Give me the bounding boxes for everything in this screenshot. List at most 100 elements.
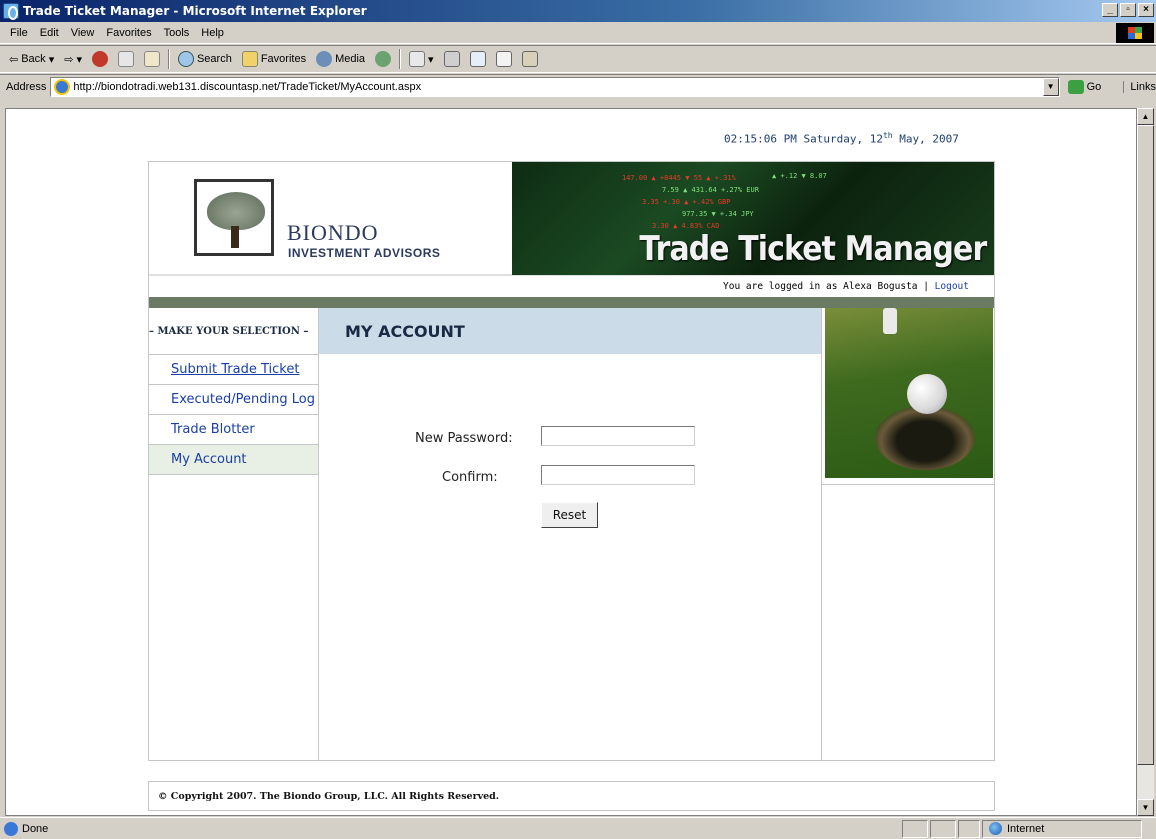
address-label: Address [6,80,47,93]
security-zone: Internet [982,819,1142,838]
tree-canopy-icon [207,192,265,230]
brand-header: BIONDO INVESTMENT ADVISORS [149,162,512,275]
golf-ball-image [825,308,993,478]
ticker-decor: 7.59 ▲ 431.64 +.27% EUR [662,186,759,194]
back-dropdown-icon[interactable]: ▾ [49,53,55,66]
status-bar: Done Internet [0,817,1156,839]
messenger-button[interactable] [517,48,543,70]
login-status-bar: You are logged in as Alexa Bogusta | Log… [149,275,994,297]
menu-bar: File Edit View Favorites Tools Help [0,22,1156,44]
golf-hole-decor [875,406,975,470]
history-button[interactable] [370,48,396,70]
media-button[interactable]: Media [311,48,370,70]
nav-heading: – MAKE YOUR SELECTION – [149,308,318,354]
golfer-legs-decor [883,308,897,334]
main-content: MY ACCOUNT New Password: Confirm: Reset [319,308,821,760]
links-toolbar[interactable]: Links [1123,80,1156,93]
print-button[interactable] [439,48,465,70]
favorites-button[interactable]: Favorites [237,48,311,70]
scroll-down-icon[interactable]: ▼ [1137,799,1154,816]
page-status-icon [4,821,18,836]
nav-my-account[interactable]: My Account [149,444,318,474]
address-dropdown-icon[interactable]: ▼ [1042,77,1059,96]
close-button[interactable]: × [1138,3,1154,17]
status-panel [930,819,956,838]
page-icon [54,78,71,95]
right-sidebar [821,308,995,760]
refresh-button[interactable] [113,48,139,70]
back-button[interactable]: ⇦ Back ▾ [4,48,59,70]
menu-help[interactable]: Help [195,25,230,41]
search-icon [177,51,194,67]
standard-toolbar: ⇦ Back ▾ ⇨ ▾ Search Favorites Media ▾ [0,45,1156,73]
discuss-icon [495,51,512,67]
menu-edit[interactable]: Edit [34,25,65,41]
vertical-scrollbar[interactable]: ▲ ▼ [1137,108,1154,816]
page-frame: BIONDO INVESTMENT ADVISORS 147.00 ▲ +844… [148,161,995,761]
media-label: Media [335,53,366,65]
home-button[interactable] [139,48,165,70]
print-icon [443,51,460,67]
golf-ball-decor [907,374,947,414]
status-panel [902,819,928,838]
search-label: Search [196,53,232,65]
menu-file[interactable]: File [4,25,34,41]
scroll-up-icon[interactable]: ▲ [1137,108,1154,125]
ticker-decor: 147.00 ▲ +8445 ▼ 55 ▲ +.31% [622,174,736,182]
back-arrow-icon: ⇦ [9,53,19,66]
new-password-label: New Password: [415,431,513,446]
favorites-label: Favorites [260,53,307,65]
menu-favorites[interactable]: Favorites [100,25,157,41]
mail-dropdown-icon[interactable]: ▾ [428,53,434,66]
window-titlebar: Trade Ticket Manager - Microsoft Interne… [0,0,1156,22]
nav-submit-trade-ticket[interactable]: Submit Trade Ticket [149,354,318,384]
reset-button[interactable]: Reset [541,502,598,528]
forward-arrow-icon: ⇨ [64,53,74,66]
logged-in-text: You are logged in as Alexa Bogusta | Log… [723,281,969,292]
ticker-decor: ▲ +.12 ▼ 8.07 [772,172,827,180]
menu-view[interactable]: View [65,25,101,41]
address-url[interactable]: http://biondotradi.web131.discountasp.ne… [73,81,421,93]
section-title: MY ACCOUNT [319,308,821,354]
ticker-decor: 977.35 ▼ +.34 JPY [682,210,754,218]
forward-button[interactable]: ⇨ ▾ [59,48,87,70]
new-password-field[interactable] [541,426,695,446]
status-text: Done [22,822,49,835]
back-label: Back [21,53,46,65]
nav-trade-blotter[interactable]: Trade Blotter [149,414,318,444]
go-button[interactable]: Go [1067,79,1102,94]
ticker-decor: 3.35 +.30 ▲ +.42% GBP [642,198,731,206]
windows-flag-icon [1128,27,1142,39]
tree-trunk-icon [231,226,239,248]
go-label: Go [1086,80,1102,93]
stock-ticker-banner: 147.00 ▲ +8445 ▼ 55 ▲ +.31% 7.59 ▲ 431.6… [512,162,994,275]
brand-subtitle: INVESTMENT ADVISORS [288,246,441,260]
search-button[interactable]: Search [173,48,237,70]
stop-button[interactable] [87,48,113,70]
nav-executed-pending-log[interactable]: Executed/Pending Log [149,384,318,414]
favorites-icon [241,51,258,67]
confirm-label: Confirm: [442,470,498,485]
minimize-button[interactable]: _ [1102,3,1118,17]
home-icon [143,51,160,67]
discuss-button[interactable] [491,48,517,70]
datetime-month-year: May, 2007 [892,132,959,146]
logged-in-user: You are logged in as Alexa Bogusta | [723,281,935,292]
address-input[interactable]: http://biondotradi.web131.discountasp.ne… [50,76,1060,97]
browser-viewport: 02:15:06 PM Saturday, 12th May, 2007 BIO… [5,108,1137,816]
copyright-text: © Copyright 2007. The Biondo Group, LLC.… [158,791,500,802]
mail-button[interactable]: ▾ [404,48,439,70]
messenger-icon [521,51,538,67]
stop-icon [91,51,108,67]
logout-link[interactable]: Logout [935,281,969,292]
maximize-button[interactable]: ▫ [1120,3,1136,17]
zone-label: Internet [1007,822,1045,835]
scroll-thumb[interactable] [1137,125,1154,765]
edit-icon [469,51,486,67]
datetime-time-day: 02:15:06 PM Saturday, 12 [724,132,883,146]
edit-button[interactable] [465,48,491,70]
globe-icon [989,822,1002,835]
confirm-password-field[interactable] [541,465,695,485]
forward-dropdown-icon[interactable]: ▾ [76,53,82,66]
menu-tools[interactable]: Tools [158,25,196,41]
